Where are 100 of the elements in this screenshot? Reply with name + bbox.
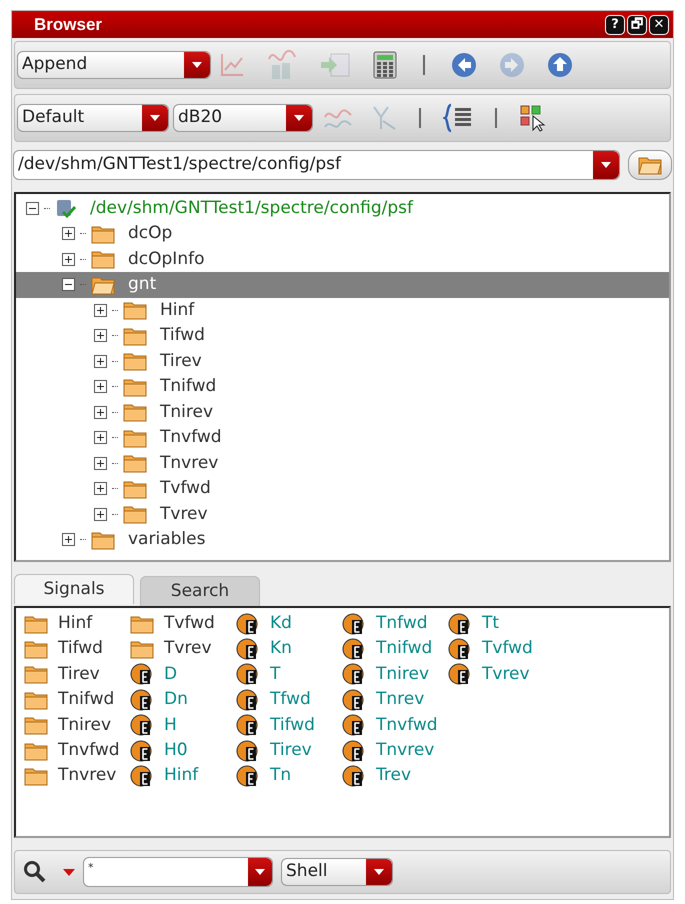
tree-row[interactable]: Tvrev [16,502,669,527]
tree-label: dcOp [128,222,172,245]
expand-icon[interactable] [62,227,75,240]
signal-item[interactable]: Tnirev [24,712,124,738]
tab[interactable]: Search [140,576,260,606]
signal-item[interactable]: H [130,712,230,738]
expand-icon[interactable] [94,329,107,342]
signal-item[interactable]: Tvfwd [130,611,230,636]
signal-item[interactable]: Tvrev [448,662,548,688]
tree-row[interactable]: Tnirev [16,400,669,425]
brace-list-icon[interactable] [443,103,473,133]
signal-item[interactable]: Kd [236,611,336,636]
match-mode-dropdown[interactable]: Shell [281,858,393,886]
dropdown-arrow-button[interactable] [142,105,168,131]
dropdown-arrow-button[interactable] [366,859,392,885]
expand-icon[interactable] [94,431,107,444]
tree-row[interactable]: dcOp [16,221,669,246]
signal-item[interactable]: Tnfwd [342,611,442,636]
style-dropdown[interactable]: Default [17,104,169,132]
tree-row[interactable]: Tnvrev [16,450,669,476]
signal-item[interactable]: Tvrev [130,636,230,662]
signal-item[interactable]: Tnvrev [342,738,442,764]
tree-row[interactable]: Tvfwd [16,476,669,502]
tree-row[interactable]: Hinf [16,298,669,323]
database-check-icon [55,198,77,220]
signal-item[interactable]: Tnifwd [342,636,442,662]
signal-item[interactable]: Tnirev [342,662,442,688]
expand-icon[interactable] [94,406,107,419]
dropdown-arrow-button[interactable] [286,105,312,131]
dropdown-arrow-button[interactable] [593,151,619,179]
tree-row[interactable]: Tnvfwd [16,425,669,450]
expression-icon [236,662,260,686]
expand-icon[interactable] [94,456,107,470]
tree-label: Hinf [160,298,194,322]
calculator-icon[interactable] [373,51,397,79]
tree-row[interactable]: gnt [16,272,669,298]
signal-item[interactable]: H0 [130,738,230,764]
window-control-button[interactable]: ✕ [649,14,669,34]
collapse-icon[interactable] [26,202,39,215]
signal-item[interactable]: Tvfwd [448,636,548,662]
filter-field[interactable]: * [83,857,273,887]
collapse-icon[interactable] [62,278,75,292]
signal-item[interactable]: D [130,662,230,688]
expand-icon[interactable] [94,482,107,496]
signal-item[interactable]: Tifwd [236,712,336,738]
signal-item[interactable]: Tnifwd [24,687,124,713]
filter-input[interactable]: * [84,858,248,876]
scale-dropdown[interactable]: dB20 [173,104,313,132]
window-control-button[interactable]: 🗗 [627,14,647,34]
signal-item[interactable]: Kn [236,636,336,662]
signal-item[interactable]: Hinf [24,611,124,636]
mode-dropdown[interactable]: Append [17,51,211,79]
dropdown-arrow-button[interactable] [184,52,210,78]
caret-icon[interactable] [63,868,75,876]
signal-item[interactable]: Tirev [24,662,124,688]
open-folder-button[interactable] [628,150,672,180]
tree-label: variables [128,528,206,551]
tab[interactable]: Signals [14,574,134,604]
signal-item[interactable]: Hinf [130,763,230,789]
caret-icon [601,162,611,168]
tree-label: Tnifwd [160,375,216,398]
signal-item[interactable]: Tfwd [236,687,336,713]
tree-label: Tvfwd [160,477,211,500]
expand-icon[interactable] [62,533,75,546]
signal-item[interactable]: Tnvfwd [342,712,442,738]
open-folder-icon [638,155,662,175]
signal-item[interactable]: Tifwd [24,636,124,662]
grid-pointer-icon[interactable] [519,104,547,132]
folder-icon [24,766,48,786]
signal-item[interactable]: Tnvrev [24,763,124,789]
search-icon[interactable] [23,860,47,884]
signal-item[interactable]: T [236,662,336,688]
signal-item[interactable]: Tirev [236,738,336,764]
signal-item[interactable]: Dn [130,687,230,713]
folder-icon [123,300,147,320]
folder-icon [123,376,147,397]
tree-row[interactable]: variables [16,527,669,552]
window-control-button[interactable]: ? [605,14,625,34]
expression-icon [236,612,260,636]
expand-icon[interactable] [94,354,107,368]
folder-icon [24,715,48,736]
expand-icon[interactable] [94,304,107,317]
signal-item[interactable]: Trev [342,763,442,789]
dropdown-arrow-button[interactable] [248,858,272,886]
signal-item[interactable]: Tnvfwd [24,738,124,764]
tree-label: Tnvfwd [160,426,222,449]
tree-row[interactable]: Tnifwd [16,374,669,400]
tree-row[interactable]: dcOpInfo [16,246,669,272]
expression-icon [236,713,260,738]
signal-item[interactable]: Tn [236,763,336,789]
expand-icon[interactable] [94,380,107,394]
path-value: /dev/shm/GNTTest1/spectre/config/psf [17,153,342,176]
signal-item[interactable]: Tnrev [342,687,442,713]
signal-item[interactable]: Tt [448,611,548,636]
path-dropdown[interactable]: /dev/shm/GNTTest1/spectre/config/psf [13,150,620,180]
tree-row[interactable]: Tifwd [16,323,669,348]
expand-icon[interactable] [62,252,75,266]
tree-row[interactable]: Tirev [16,348,669,374]
tree-row[interactable]: /dev/shm/GNTTest1/spectre/config/psf [16,196,669,221]
expand-icon[interactable] [94,508,107,521]
